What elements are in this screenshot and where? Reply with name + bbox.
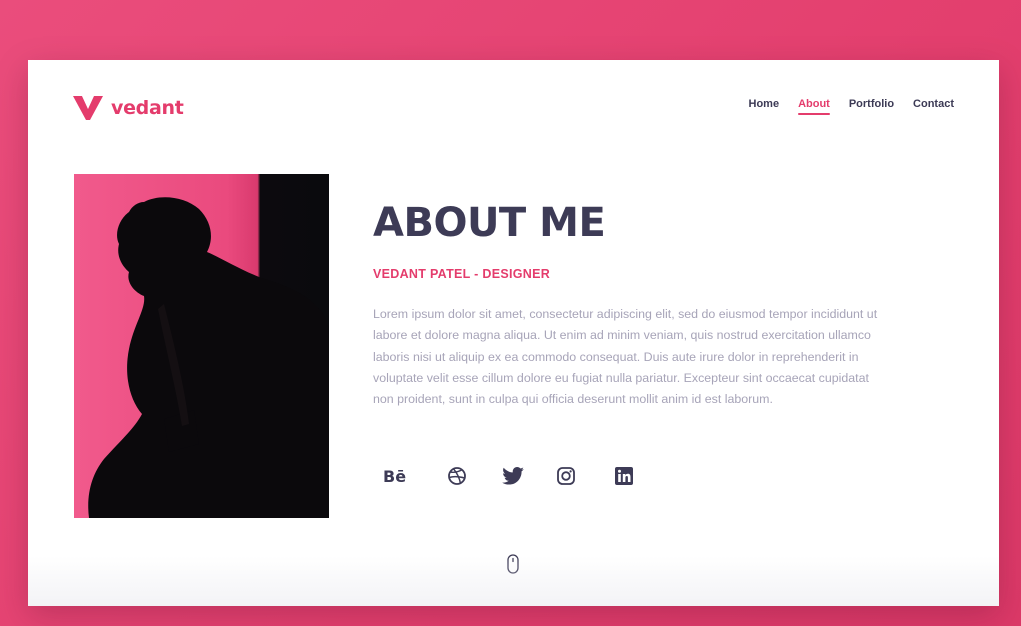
twitter-icon <box>502 467 524 485</box>
nav-contact[interactable]: Contact <box>913 98 954 110</box>
dribbble-link[interactable] <box>434 462 490 490</box>
silhouette-illustration <box>88 197 329 518</box>
dribbble-icon <box>448 467 466 485</box>
nav-about[interactable]: About <box>798 98 830 115</box>
about-paragraph: Lorem ipsum dolor sit amet, consectetur … <box>373 307 878 407</box>
twitter-link[interactable] <box>490 462 546 490</box>
instagram-icon <box>557 467 575 485</box>
page-title: ABOUT ME <box>373 200 606 246</box>
nav-home[interactable]: Home <box>749 98 780 110</box>
behance-icon: Bē <box>383 466 407 486</box>
page-subtitle: VEDANT PATEL - DESIGNER <box>373 267 551 281</box>
linkedin-icon <box>615 467 633 485</box>
brand-name: vedant <box>111 97 184 119</box>
mouse-scroll-icon <box>507 554 519 574</box>
social-links: Bē <box>378 462 658 490</box>
main-card: vedant Home About Portfolio Contact ABOU… <box>28 60 999 606</box>
behance-link[interactable]: Bē <box>378 462 434 490</box>
profile-photo <box>74 174 329 518</box>
nav-portfolio[interactable]: Portfolio <box>849 98 894 110</box>
linkedin-link[interactable] <box>602 462 658 490</box>
instagram-link[interactable] <box>546 462 602 490</box>
scroll-down-indicator[interactable] <box>507 554 519 579</box>
brand-logo[interactable]: vedant <box>73 96 184 120</box>
vedant-logo-icon <box>73 96 103 120</box>
main-nav: Home About Portfolio Contact <box>749 98 954 115</box>
